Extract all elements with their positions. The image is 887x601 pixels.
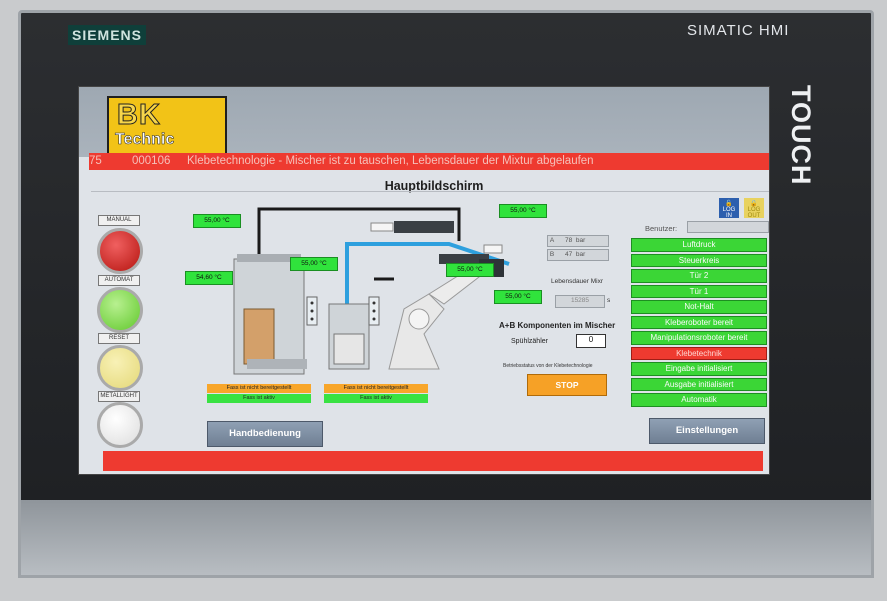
logout-icon[interactable]: 🔒 LOG OUT bbox=[744, 198, 764, 219]
stop-button[interactable]: STOP bbox=[527, 374, 607, 396]
temp-value-6: 55,00 °C bbox=[494, 290, 542, 304]
temp-value-5: 55,00 °C bbox=[446, 263, 494, 277]
status-luftdruck: Luftdruck bbox=[631, 238, 767, 252]
manual-control-button[interactable]: Handbedienung bbox=[207, 421, 323, 447]
pressure-b: B 47 bar bbox=[547, 249, 609, 261]
temp-value-4: 55,00 °C bbox=[499, 204, 547, 218]
alarm-code: 000106 bbox=[132, 155, 171, 167]
hmi-screen: BK Technic 75 000106 Klebetechnologie - … bbox=[78, 86, 770, 475]
temp-value-1: 55,00 °C bbox=[193, 214, 241, 228]
alarm-number: 75 bbox=[89, 155, 102, 167]
login-label: LOG IN bbox=[722, 207, 736, 219]
bk-technic-logo: BK Technic bbox=[107, 96, 227, 155]
automat-lamp-button[interactable] bbox=[97, 287, 143, 333]
settings-button[interactable]: Einstellungen bbox=[649, 418, 765, 444]
metallight-lamp-button[interactable] bbox=[97, 402, 143, 448]
status-manipulationsroboter: Manipulationsroboter bereit bbox=[631, 331, 767, 345]
alarm-text: Klebetechnologie - Mischer ist zu tausch… bbox=[187, 155, 594, 167]
reset-lamp-label: RESET bbox=[98, 333, 140, 344]
automat-lamp-label: AUTOMAT bbox=[98, 275, 140, 286]
status-steuerkreis: Steuerkreis bbox=[631, 253, 767, 267]
status-tuer2: Tür 2 bbox=[631, 269, 767, 283]
status-ausgabe: Ausgabe initialisiert bbox=[631, 377, 767, 391]
mixer-life-unit: s bbox=[607, 297, 611, 304]
user-label: Benutzer: bbox=[645, 224, 678, 233]
process-diagram bbox=[233, 207, 510, 375]
operation-status-label: Betriebsstatus von der Klebetechnologie bbox=[503, 363, 593, 369]
alarm-bar[interactable]: 75 000106 Klebetechnologie - Mischer ist… bbox=[89, 153, 769, 170]
status-automatik: Automatik bbox=[631, 393, 767, 407]
barrel-1-active: Fass ist aktiv bbox=[207, 394, 311, 403]
logo-line2: Technic bbox=[115, 131, 175, 149]
status-kleberoboter: Kleberoboter bereit bbox=[631, 315, 767, 329]
temp-value-2: 54,60 °C bbox=[185, 271, 233, 285]
siemens-logo: SIEMENS bbox=[68, 25, 146, 45]
hmi-bezel-bottom bbox=[18, 500, 874, 578]
logo-line1: BK bbox=[117, 99, 161, 132]
status-not-halt: Not-Halt bbox=[631, 300, 767, 314]
status-list: Luftdruck Steuerkreis Tür 2 Tür 1 Not-Ha… bbox=[631, 238, 767, 409]
temp-value-3: 55,00 °C bbox=[290, 257, 338, 271]
device-model: SIMATIC HMI bbox=[687, 22, 790, 39]
logout-label: LOG OUT bbox=[747, 207, 761, 219]
flush-counter-label: Spühlzähler bbox=[511, 338, 548, 345]
login-icon[interactable]: 🔓 LOG IN bbox=[719, 198, 739, 219]
manual-lamp-button[interactable] bbox=[97, 228, 143, 274]
components-label: A+B Komponenten im Mischer bbox=[499, 321, 616, 330]
manual-lamp-label: MANUAL bbox=[98, 215, 140, 226]
title-divider bbox=[91, 191, 769, 192]
reset-lamp-button[interactable] bbox=[97, 345, 143, 391]
bottom-alarm-bar bbox=[103, 451, 763, 471]
metallight-lamp-label: METALLIGHT bbox=[98, 391, 140, 402]
mixer-life-label: Lebensdauer Mixr bbox=[551, 278, 604, 285]
status-eingabe: Eingabe initialisiert bbox=[631, 362, 767, 376]
touch-label: TOUCH bbox=[786, 85, 816, 186]
status-tuer1: Tür 1 bbox=[631, 284, 767, 298]
pressure-a: A 78 bar bbox=[547, 235, 609, 247]
status-klebetechnik: Klebetechnik bbox=[631, 346, 767, 360]
barrel-2-status: Fass ist nicht bereitgestellt bbox=[324, 384, 428, 393]
barrel-2-active: Fass ist aktiv bbox=[324, 394, 428, 403]
user-field bbox=[687, 221, 769, 233]
barrel-1-status: Fass ist nicht bereitgestellt bbox=[207, 384, 311, 393]
flush-counter-value: 0 bbox=[576, 334, 606, 348]
mixer-life-value: 15285 bbox=[555, 295, 605, 308]
